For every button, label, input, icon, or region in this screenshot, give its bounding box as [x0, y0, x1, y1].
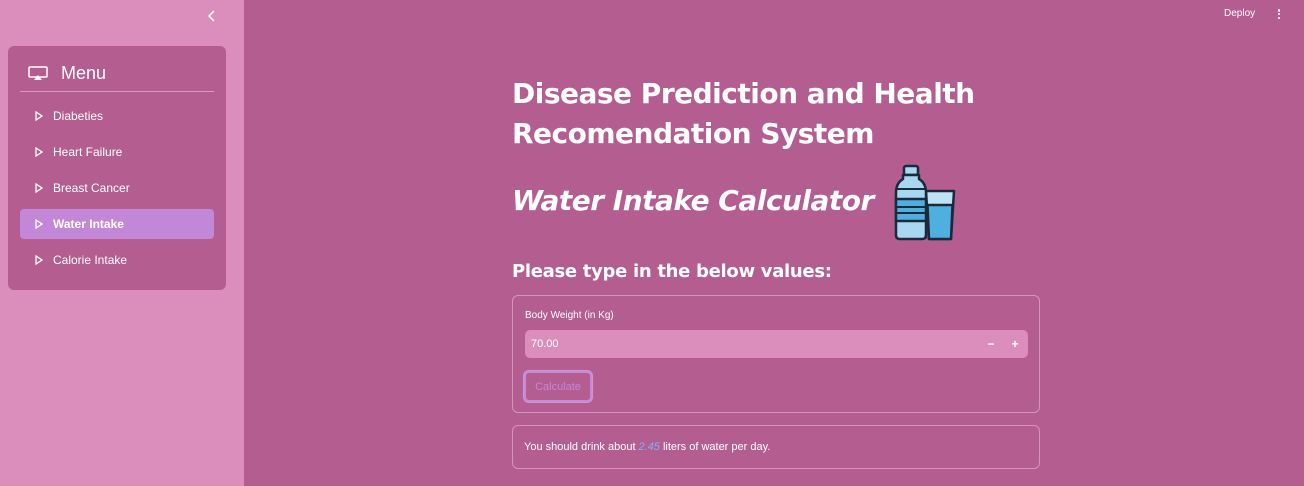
- menu-header: Menu: [20, 56, 214, 92]
- sidebar-item-calorie-intake[interactable]: Calorie Intake: [20, 245, 214, 275]
- cast-icon: [28, 66, 48, 82]
- sidebar-item-heart-failure[interactable]: Heart Failure: [20, 137, 214, 167]
- sidebar-item-label: Breast Cancer: [53, 181, 130, 195]
- page-subtitle: Water Intake Calculator: [512, 184, 874, 217]
- sidebar-item-breast-cancer[interactable]: Breast Cancer: [20, 173, 214, 203]
- play-outline-icon: [35, 219, 44, 229]
- sidebar-item-label: Diabeties: [53, 109, 104, 123]
- page-title: Disease Prediction and Health Recomendat…: [512, 77, 975, 150]
- water-bottle-glass-icon: [894, 164, 956, 241]
- body-weight-input[interactable]: [525, 330, 965, 358]
- deploy-button[interactable]: Deploy: [1220, 6, 1259, 22]
- sidebar-item-label: Heart Failure: [53, 145, 123, 159]
- body-weight-stepper: − +: [525, 330, 1028, 358]
- sidebar-item-water-intake[interactable]: Water Intake: [20, 209, 214, 239]
- play-outline-icon: [35, 255, 44, 265]
- calculator-form: Body Weight (in Kg) − + Calculate: [512, 295, 1040, 413]
- increment-button[interactable]: +: [1003, 330, 1027, 358]
- decrement-button[interactable]: −: [979, 330, 1003, 358]
- menu-card: Menu Diabeties Heart Failure Breast Canc…: [8, 46, 226, 290]
- play-outline-icon: [35, 147, 44, 157]
- play-outline-icon: [35, 111, 44, 121]
- body-weight-label: Body Weight (in Kg): [525, 310, 614, 321]
- form-prompt: Please type in the below values:: [512, 261, 832, 282]
- result-prefix: You should drink about: [524, 441, 636, 453]
- more-options-icon[interactable]: [1273, 7, 1285, 21]
- calculate-button[interactable]: Calculate: [524, 371, 592, 402]
- result-suffix: liters of water per day.: [662, 441, 771, 453]
- collapse-sidebar-button[interactable]: [203, 7, 221, 25]
- sidebar-item-diabeties[interactable]: Diabeties: [20, 101, 214, 131]
- chevron-left-icon: [207, 10, 215, 22]
- sidebar-item-label: Calorie Intake: [53, 253, 128, 267]
- sidebar-item-label: Water Intake: [53, 217, 124, 231]
- menu-title: Menu: [61, 63, 107, 83]
- sidebar: Menu Diabeties Heart Failure Breast Canc…: [0, 0, 244, 486]
- result-value: 2.45: [638, 441, 660, 453]
- play-outline-icon: [35, 183, 44, 193]
- result-message: You should drink about 2.45 liters of wa…: [512, 425, 1040, 469]
